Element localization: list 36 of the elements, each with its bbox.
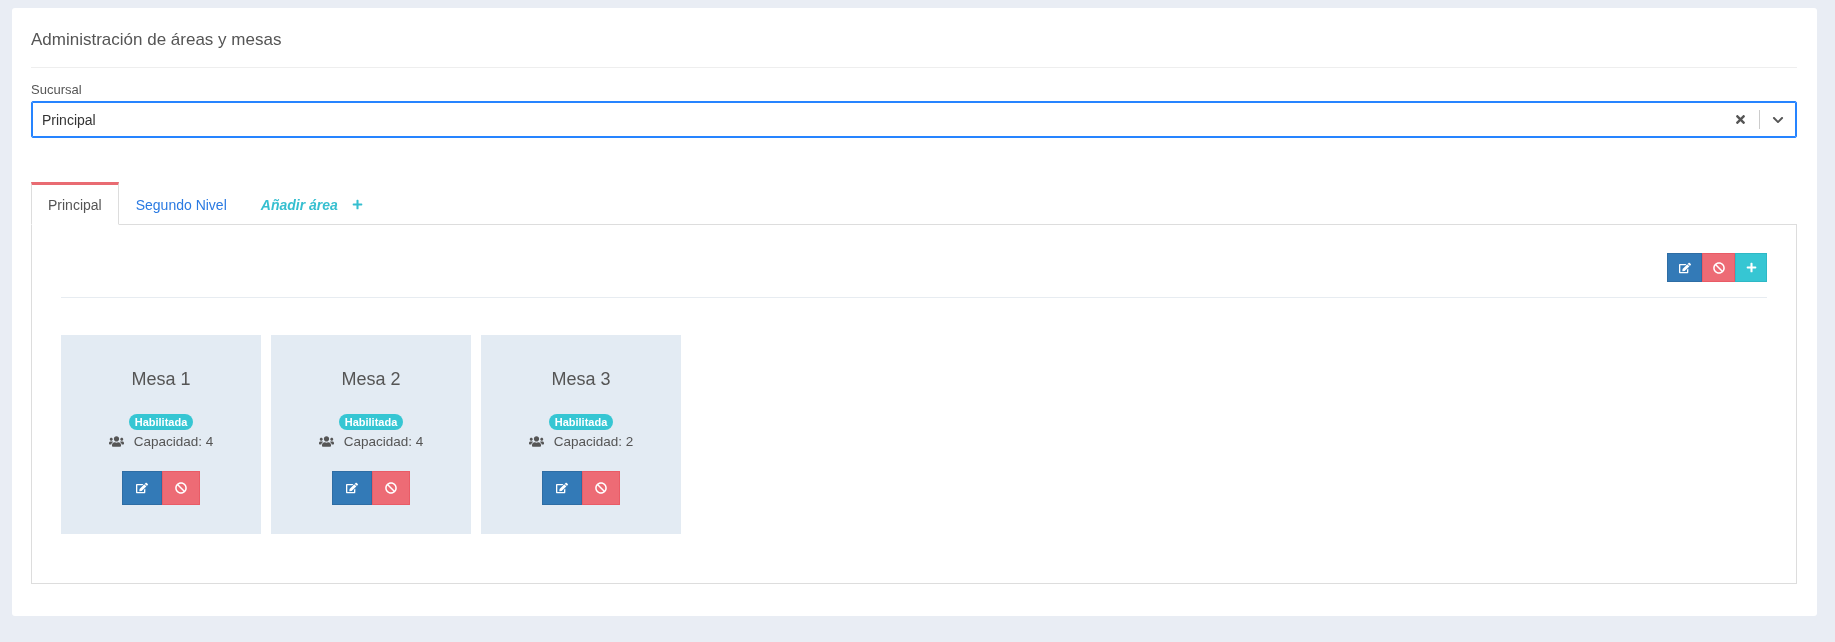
- disable-button[interactable]: [582, 471, 620, 505]
- disable-button[interactable]: [162, 471, 200, 505]
- users-icon: [318, 433, 334, 449]
- disable-button[interactable]: [372, 471, 410, 505]
- edit-icon: [346, 482, 358, 494]
- ban-icon: [175, 482, 187, 494]
- users-icon: [528, 433, 544, 449]
- edit-icon: [556, 482, 568, 494]
- edit-button[interactable]: [332, 471, 372, 505]
- ban-icon: [1712, 261, 1725, 274]
- capacity-text: Capacidad: 2: [553, 433, 634, 449]
- table-name: Mesa 1: [131, 368, 191, 391]
- capacity-text: Capacidad: 4: [343, 433, 424, 449]
- edit-button[interactable]: [1667, 253, 1702, 282]
- table-name: Mesa 3: [551, 368, 611, 391]
- status-badge: Habilitada: [548, 414, 614, 430]
- tab[interactable]: Principal: [31, 182, 119, 225]
- select-field[interactable]: Principal: [31, 101, 1797, 138]
- ban-icon: [385, 482, 397, 494]
- plus-icon: [1745, 262, 1757, 273]
- plus-icon: [351, 199, 363, 210]
- ban-icon: [595, 482, 607, 494]
- close-icon[interactable]: [1734, 113, 1747, 126]
- users-icon: [108, 433, 124, 449]
- field-label: Sucursal: [31, 81, 82, 99]
- status-badge: Habilitada: [338, 414, 404, 430]
- edit-button[interactable]: [122, 471, 162, 505]
- table-name: Mesa 2: [341, 368, 401, 391]
- capacity-text: Capacidad: 4: [133, 433, 214, 449]
- page-title: Administración de áreas y mesas: [31, 29, 282, 51]
- disable-button[interactable]: [1702, 253, 1735, 282]
- edit-icon: [1678, 261, 1691, 274]
- edit-icon: [136, 482, 148, 494]
- status-badge: Habilitada: [128, 414, 194, 430]
- tab[interactable]: Segundo Nivel: [118, 182, 244, 225]
- edit-button[interactable]: [542, 471, 582, 505]
